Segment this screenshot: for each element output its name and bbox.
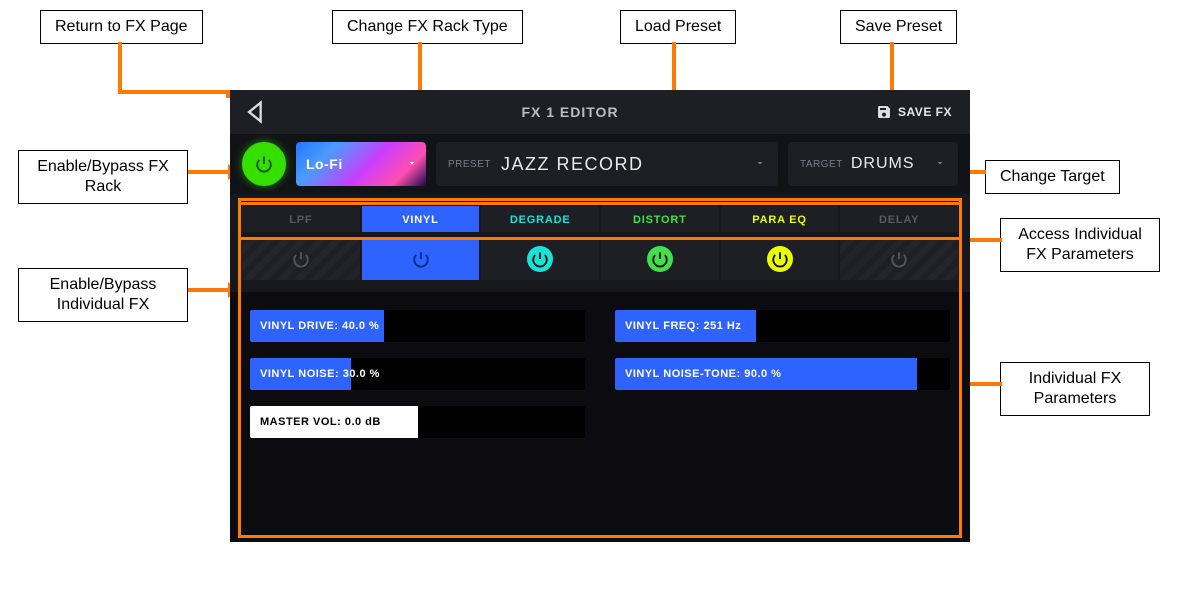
fx-power-vinyl[interactable] (362, 238, 480, 280)
annotation-change-target: Change Target (985, 160, 1120, 194)
save-fx-label: SAVE FX (898, 105, 952, 119)
annotation-return-fx: Return to FX Page (40, 10, 203, 44)
power-icon (527, 246, 553, 272)
back-triangle-icon (242, 98, 270, 126)
save-fx-button[interactable]: SAVE FX (870, 100, 958, 124)
rack-type-label: Lo-Fi (306, 156, 343, 172)
rack-type-selector[interactable]: Lo-Fi (296, 142, 426, 186)
annotation-enable-rack: Enable/Bypass FX Rack (18, 150, 188, 204)
param-slider-1[interactable]: VINYL FREQ: 251 Hz (615, 310, 950, 342)
param-slider-3[interactable]: VINYL NOISE-TONE: 90.0 % (615, 358, 950, 390)
param-grid: VINYL DRIVE: 40.0 % VINYL FREQ: 251 Hz VIN… (250, 310, 950, 438)
preset-small-label: PRESET (448, 159, 491, 170)
fx-power-para-eq[interactable] (721, 238, 839, 280)
chevron-down-icon (406, 156, 418, 172)
power-icon (886, 246, 912, 272)
rack-row: Lo-Fi PRESET JAZZ RECORD TARGET DRUMS (230, 134, 970, 194)
chevron-down-icon (934, 157, 946, 172)
power-icon (647, 246, 673, 272)
annotation-access-indiv-text: Access Individual FX Parameters (1018, 226, 1142, 263)
arrow (890, 42, 894, 92)
editor-title: FX 1 EDITOR (270, 104, 870, 120)
arrow (188, 288, 230, 292)
fx-tab-distort[interactable]: DISTORT (601, 206, 719, 232)
target-value: DRUMS (851, 155, 915, 173)
annotation-enable-indiv-text: Enable/Bypass Individual FX (50, 276, 157, 313)
fx-tab-delay[interactable]: DELAY (840, 206, 958, 232)
arrow (118, 90, 228, 94)
annotation-change-rack: Change FX Rack Type (332, 10, 523, 44)
fx-params-area: VINYL DRIVE: 40.0 % VINYL FREQ: 251 Hz VIN… (230, 292, 970, 542)
annotation-save-preset: Save Preset (840, 10, 957, 44)
fx-power-degrade[interactable] (481, 238, 599, 280)
fx-tabs-row: LPFVINYLDEGRADEDISTORTPARA EQDELAY (230, 194, 970, 232)
annotation-indiv-params: Individual FX Parameters (1000, 362, 1150, 416)
fx-power-delay (840, 238, 958, 280)
slider-label: VINYL NOISE-TONE: 90.0 % (625, 358, 781, 390)
power-icon (767, 246, 793, 272)
param-slider-0[interactable]: VINYL DRIVE: 40.0 % (250, 310, 585, 342)
chevron-down-icon (754, 157, 766, 172)
preset-selector[interactable]: PRESET JAZZ RECORD (436, 142, 778, 186)
annotation-enable-rack-text: Enable/Bypass FX Rack (37, 158, 169, 195)
fx-power-row (230, 232, 970, 292)
editor-header: FX 1 EDITOR SAVE FX (230, 90, 970, 134)
param-slider-2[interactable]: VINYL NOISE: 30.0 % (250, 358, 585, 390)
fx-power-lpf (242, 238, 360, 280)
arrow (188, 170, 230, 174)
target-small-label: TARGET (800, 159, 843, 170)
fx-tab-para-eq[interactable]: PARA EQ (721, 206, 839, 232)
annotation-indiv-params-text: Individual FX Parameters (1029, 370, 1122, 407)
fx-power-distort[interactable] (601, 238, 719, 280)
annotation-access-indiv: Access Individual FX Parameters (1000, 218, 1160, 272)
arrow (118, 42, 122, 92)
annotation-load-preset: Load Preset (620, 10, 736, 44)
power-icon (408, 246, 434, 272)
save-icon (876, 104, 892, 120)
power-icon (288, 246, 314, 272)
slider-label: VINYL NOISE: 30.0 % (260, 358, 380, 390)
fx-tab-degrade[interactable]: DEGRADE (481, 206, 599, 232)
preset-value: JAZZ RECORD (501, 154, 644, 175)
fx-tab-vinyl[interactable]: VINYL (362, 206, 480, 232)
fx-editor-panel: FX 1 EDITOR SAVE FX Lo-Fi PRESET JAZZ RE… (230, 90, 970, 542)
back-button[interactable] (242, 98, 270, 126)
annotation-enable-indiv: Enable/Bypass Individual FX (18, 268, 188, 322)
fx-tab-lpf[interactable]: LPF (242, 206, 360, 232)
slider-label: MASTER VOL: 0.0 dB (260, 406, 381, 438)
param-slider-4[interactable]: MASTER VOL: 0.0 dB (250, 406, 585, 438)
target-selector[interactable]: TARGET DRUMS (788, 142, 958, 186)
slider-label: VINYL DRIVE: 40.0 % (260, 310, 379, 342)
rack-power-button[interactable] (242, 142, 286, 186)
slider-label: VINYL FREQ: 251 Hz (625, 310, 741, 342)
power-icon (255, 155, 273, 173)
